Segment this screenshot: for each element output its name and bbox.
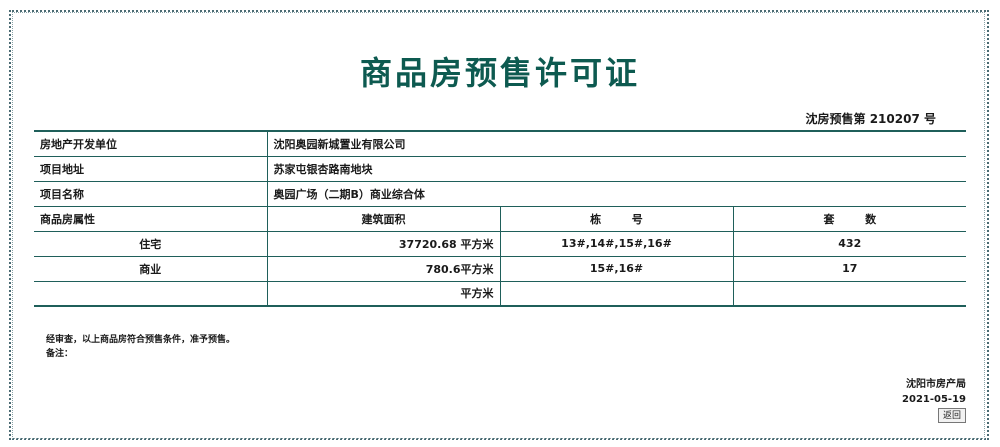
back-button[interactable]: 返回 [937,408,966,423]
property-buildings [499,281,733,307]
property-units [732,281,967,307]
issuer-block: 沈阳市房产局 2021-05-19 [902,377,966,407]
address-label: 项目地址 [34,156,267,182]
issue-date: 2021-05-19 [902,394,966,405]
table-row-developer: 房地产开发单位 沈阳奥园新城置业有限公司 [34,130,967,157]
property-type [34,281,267,307]
project-name-value: 奥园广场（二期B）商业综合体 [266,181,967,207]
permit-table: 房地产开发单位 沈阳奥园新城置业有限公司 项目地址 苏家屯银杏路南地块 项目名称… [34,130,967,307]
table-row: 住宅 37720.68 平方米 13#,14#,15#,16# 432 [34,231,967,257]
property-area: 37720.68 平方米 [266,231,500,257]
page-title: 商品房预售许可证 [359,54,640,92]
units-header: 套 数 [732,206,967,232]
table-row-project-name: 项目名称 奥园广场（二期B）商业综合体 [34,181,967,207]
issuer-name: 沈阳市房产局 [906,379,966,390]
approval-text: 经审查，以上商品房符合预售条件，准予预售。 [46,335,236,345]
property-type: 商业 [34,256,267,282]
project-name-label: 项目名称 [34,181,267,207]
property-area: 平方米 [266,281,500,307]
area-header: 建筑面积 [266,206,500,232]
building-header: 栋 号 [499,206,733,232]
developer-value: 沈阳奥园新城置业有限公司 [266,130,967,157]
developer-label: 房地产开发单位 [34,130,267,157]
property-buildings: 13#,14#,15#,16# [499,231,733,257]
remarks-label: 备注： [46,349,74,359]
table-row: 商业 780.6平方米 15#,16# 17 [34,256,967,282]
permit-number: 沈房预售第 210207 号 [805,112,936,126]
property-units: 432 [732,231,967,257]
property-buildings: 15#,16# [499,256,733,282]
address-value: 苏家屯银杏路南地块 [266,156,967,182]
notes-section: 经审查，以上商品房符合预售条件，准予预售。 备注： [46,333,235,361]
table-row: 平方米 [34,281,967,307]
property-units: 17 [732,256,967,282]
table-row-address: 项目地址 苏家屯银杏路南地块 [34,156,967,182]
property-type: 住宅 [34,231,267,257]
property-attr-label: 商品房属性 [34,206,267,232]
property-area: 780.6平方米 [266,256,500,282]
table-row-headers: 商品房属性 建筑面积 栋 号 套 数 [34,206,967,232]
